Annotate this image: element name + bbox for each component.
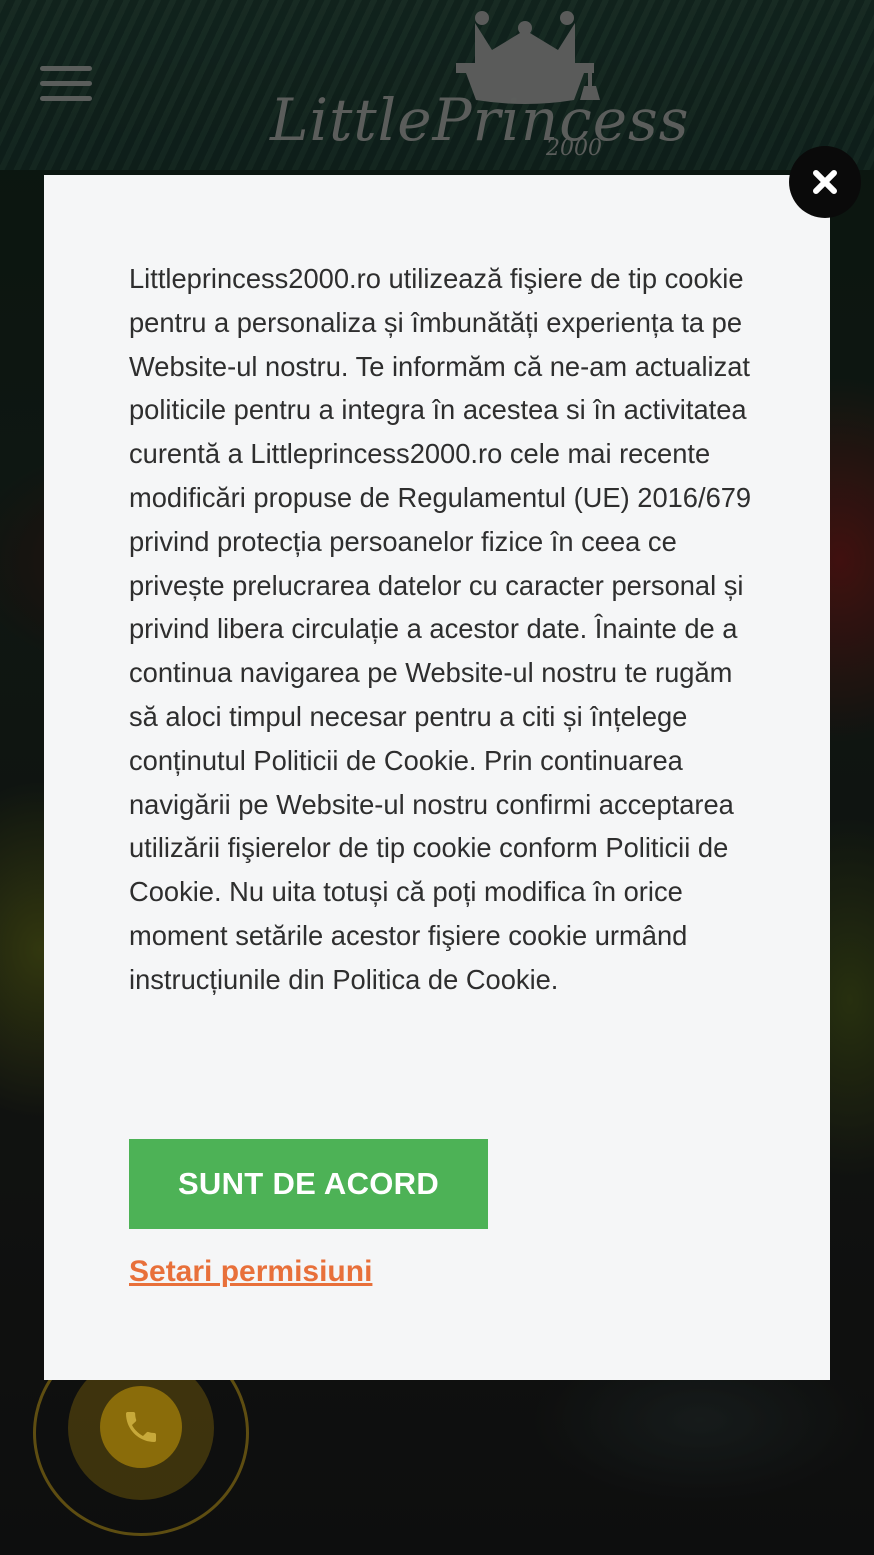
agree-button[interactable]: SUNT DE ACORD xyxy=(129,1139,488,1229)
close-icon[interactable] xyxy=(789,146,861,218)
phone-icon[interactable] xyxy=(100,1386,182,1468)
cookie-message: Littleprincess2000.ro utilizează fişiere… xyxy=(129,263,752,995)
cookie-consent-modal: Littleprincess2000.ro utilizează fişiere… xyxy=(44,175,830,1380)
permission-settings-link[interactable]: Setari permisiuni xyxy=(129,1255,372,1289)
